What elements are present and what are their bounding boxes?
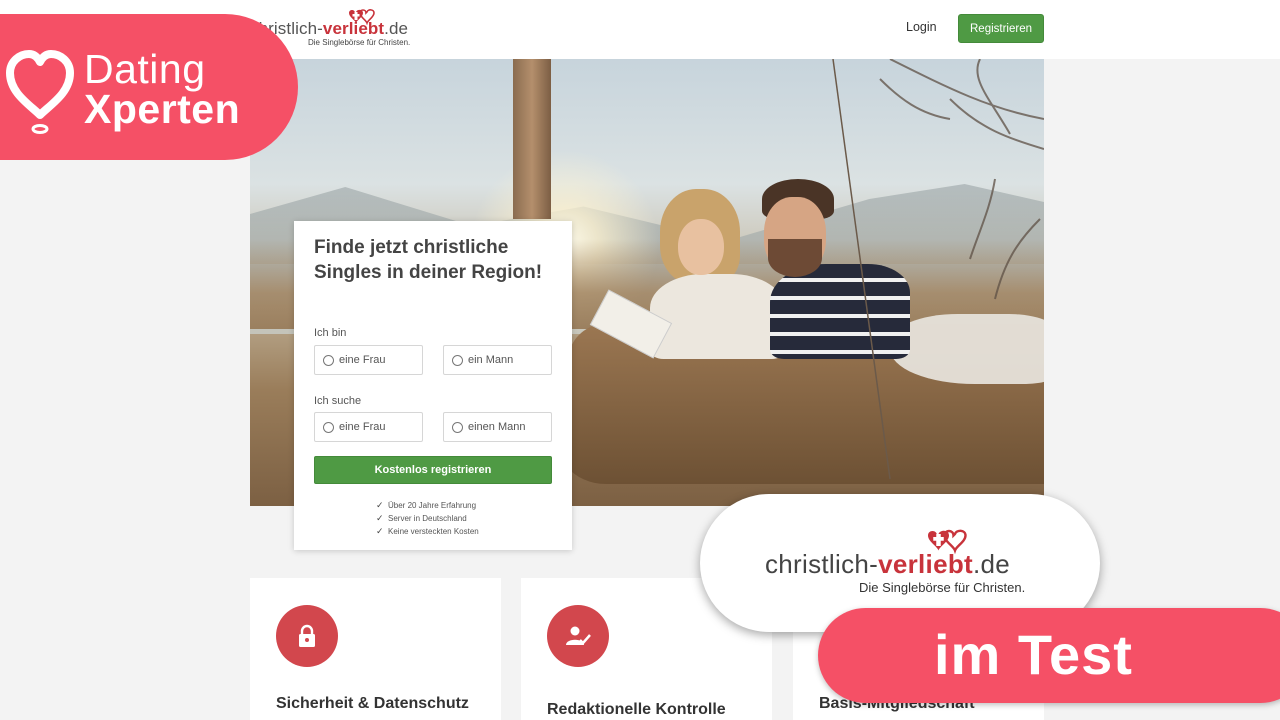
datingxperten-badge: Dating Xperten — [0, 14, 298, 160]
login-link[interactable]: Login — [906, 20, 937, 34]
seeking-woman-label: eine Frau — [339, 421, 386, 433]
check-icon: ✓ — [376, 500, 384, 510]
brand-logo-tagline: Die Singlebörse für Christen. — [859, 580, 1026, 595]
lock-icon — [276, 605, 338, 667]
user-check-icon — [547, 605, 609, 667]
benefits-list: ✓ Über 20 Jahre Erfahrung ✓ Server in Deut… — [376, 499, 479, 538]
check-icon: ✓ — [376, 526, 384, 536]
radio-circle-icon — [452, 421, 463, 433]
check-icon: ✓ — [376, 513, 384, 523]
radio-circle-icon — [323, 421, 334, 433]
feature-title: Redaktionelle Kontrolle — [547, 701, 726, 718]
benefit-item: ✓ Keine versteckten Kosten — [376, 526, 479, 536]
seeking-man-radio[interactable]: einen Mann — [443, 412, 552, 442]
feature-card-security: Sicherheit & Datenschutz — [250, 578, 501, 720]
radio-circle-icon — [323, 354, 334, 366]
feature-title: Sicherheit & Datenschutz — [276, 695, 469, 712]
radio-circle-icon — [452, 354, 463, 366]
register-button[interactable]: Registrieren — [958, 14, 1044, 43]
iam-man-label: ein Mann — [468, 354, 514, 366]
seeking-woman-radio[interactable]: eine Frau — [314, 412, 423, 442]
iam-man-radio[interactable]: ein Mann — [443, 345, 552, 375]
registration-headline: Finde jetzt christliche Singles in deine… — [314, 237, 543, 283]
brand-logo-text: christlich-verliebt.de — [765, 549, 1011, 579]
im-test-pill: im Test — [818, 608, 1280, 703]
registration-card: Finde jetzt christliche Singles in deine… — [294, 221, 572, 550]
badge-word-xperten: Xperten — [84, 86, 241, 132]
site-logo-tagline: Die Singlebörse für Christen. — [308, 38, 411, 47]
iam-label: Ich bin — [314, 327, 347, 339]
seeking-label: Ich suche — [314, 395, 362, 407]
seeking-man-label: einen Mann — [468, 421, 526, 433]
im-test-label: im Test — [934, 623, 1133, 686]
heart-pin-icon — [6, 50, 74, 134]
iam-woman-radio[interactable]: eine Frau — [314, 345, 423, 375]
benefit-item: ✓ Server in Deutschland — [376, 513, 467, 523]
iam-woman-label: eine Frau — [339, 354, 386, 366]
free-register-button[interactable]: Kostenlos registrieren — [314, 456, 552, 484]
benefit-item: ✓ Über 20 Jahre Erfahrung — [376, 500, 477, 510]
